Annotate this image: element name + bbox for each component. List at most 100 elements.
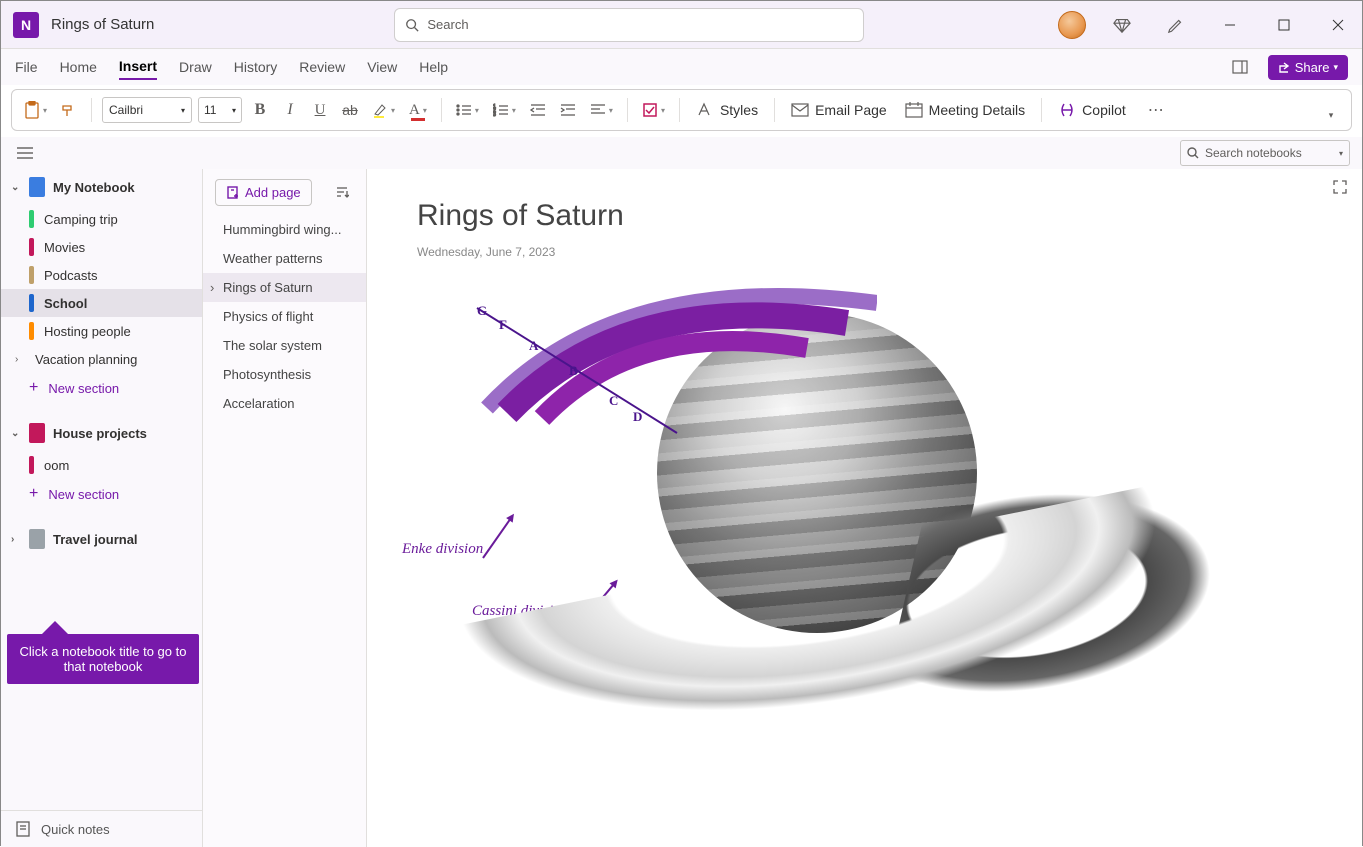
close-button[interactable] (1320, 7, 1356, 43)
chevron-icon: › (11, 534, 21, 545)
tag-button[interactable] (638, 95, 669, 125)
email-page-button[interactable]: Email Page (785, 102, 893, 118)
tooltip-arrow (41, 621, 69, 635)
page-item[interactable]: Rings of Saturn (203, 273, 366, 302)
page-date: Wednesday, June 7, 2023 (417, 245, 1312, 259)
add-page-button[interactable]: Add page (215, 179, 312, 206)
outdent-button[interactable] (526, 95, 550, 125)
menu-draw[interactable]: Draw (179, 55, 212, 79)
section-item[interactable]: ›Vacation planning (1, 345, 202, 373)
pen-icon[interactable] (1158, 7, 1194, 43)
calendar-icon (905, 102, 923, 118)
open-pane-icon[interactable] (1222, 49, 1258, 85)
add-page-label: Add page (245, 185, 301, 200)
section-item[interactable]: Hosting people (1, 317, 202, 345)
minimize-button[interactable] (1212, 7, 1248, 43)
svg-text:3: 3 (493, 112, 496, 117)
styles-icon (696, 101, 714, 119)
align-button[interactable] (586, 95, 617, 125)
copilot-button[interactable]: Copilot (1052, 101, 1132, 119)
menu-insert[interactable]: Insert (119, 54, 157, 80)
hamburger-icon[interactable] (13, 138, 37, 168)
email-icon (791, 103, 809, 117)
font-size-selector[interactable]: 11▾ (198, 97, 242, 123)
menu-help[interactable]: Help (419, 55, 448, 79)
quick-notes-button[interactable]: Quick notes (1, 810, 202, 847)
editor-canvas[interactable]: Rings of Saturn Wednesday, June 7, 2023 … (367, 169, 1362, 847)
note-icon (15, 821, 31, 837)
indent-button[interactable] (556, 95, 580, 125)
ring-label-d: D (633, 409, 642, 425)
ring-label-g: G (477, 303, 487, 319)
secondary-toolbar: Search notebooks ▾ (1, 137, 1362, 169)
highlight-button[interactable] (368, 95, 399, 125)
menu-history[interactable]: History (234, 55, 278, 79)
plus-icon: + (29, 379, 38, 397)
strikethrough-button[interactable]: ab (338, 95, 362, 125)
section-color-tab (29, 238, 34, 256)
sort-pages-button[interactable] (330, 177, 354, 207)
new-section-button[interactable]: +New section (1, 479, 202, 509)
app-icon: N (13, 12, 39, 38)
section-item[interactable]: Camping trip (1, 205, 202, 233)
ring-label-f: F (499, 317, 507, 333)
fullscreen-icon[interactable] (1332, 179, 1348, 198)
underline-button[interactable]: U (308, 95, 332, 125)
notebook-icon (29, 529, 45, 549)
section-color-tab (29, 294, 34, 312)
diamond-icon[interactable] (1104, 7, 1140, 43)
add-page-icon (226, 186, 239, 199)
page-item[interactable]: Accelaration (203, 389, 366, 418)
font-color-button[interactable]: A (405, 95, 431, 125)
page-item[interactable]: Weather patterns (203, 244, 366, 273)
saturn-illustration: G F A B C D Enke division Cassini divisi… (417, 283, 1217, 733)
user-avatar[interactable] (1058, 11, 1086, 39)
page-title[interactable]: Rings of Saturn (417, 199, 1312, 233)
page-item[interactable]: Photosynthesis (203, 360, 366, 389)
notebook-header-2[interactable]: ›Travel journal (1, 521, 202, 557)
titlebar: N Rings of Saturn Search (1, 1, 1362, 49)
numbering-button[interactable]: 123 (489, 95, 520, 125)
font-selector[interactable]: Cailbri▾ (102, 97, 192, 123)
notebook-name: House projects (53, 426, 147, 441)
more-button[interactable]: ⋯ (1144, 95, 1170, 125)
page-item[interactable]: Hummingbird wing... (203, 215, 366, 244)
search-icon (1187, 147, 1199, 159)
section-item[interactable]: Movies (1, 233, 202, 261)
search-notebooks-input[interactable]: Search notebooks ▾ (1180, 140, 1350, 166)
new-section-label: New section (48, 381, 119, 396)
menu-view[interactable]: View (367, 55, 397, 79)
section-color-tab (29, 210, 34, 228)
search-icon (405, 18, 419, 32)
tooltip: Click a notebook title to go to that not… (7, 634, 199, 684)
notebook-header-1[interactable]: ⌄ House projects (1, 415, 202, 451)
section-item[interactable]: School (1, 289, 202, 317)
ribbon-expand-button[interactable]: ▾ (1319, 100, 1343, 130)
ribbon: Cailbri▾ 11▾ B I U ab A 123 Styles Email… (11, 89, 1352, 131)
section-color-tab (29, 456, 34, 474)
styles-button[interactable]: Styles (690, 101, 764, 119)
share-icon (1278, 61, 1291, 74)
menu-home[interactable]: Home (60, 55, 97, 79)
meeting-details-button[interactable]: Meeting Details (899, 102, 1032, 118)
section-color-tab (29, 322, 34, 340)
paste-button[interactable] (20, 95, 51, 125)
menu-review[interactable]: Review (299, 55, 345, 79)
maximize-button[interactable] (1266, 7, 1302, 43)
ring-label-c: C (609, 393, 618, 409)
share-button[interactable]: Share ▾ (1268, 55, 1348, 80)
bold-button[interactable]: B (248, 95, 272, 125)
enke-arrow (482, 516, 512, 558)
new-section-button[interactable]: + New section (1, 373, 202, 403)
section-item[interactable]: Podcasts (1, 261, 202, 289)
search-box[interactable]: Search (394, 8, 864, 42)
page-item[interactable]: The solar system (203, 331, 366, 360)
section-item[interactable]: oom (1, 451, 202, 479)
notebook-header-0[interactable]: ⌄My Notebook (1, 169, 202, 205)
chevron-icon: ⌄ (11, 428, 21, 439)
bullets-button[interactable] (452, 95, 483, 125)
menu-file[interactable]: File (15, 55, 38, 79)
page-item[interactable]: Physics of flight (203, 302, 366, 331)
italic-button[interactable]: I (278, 95, 302, 125)
format-painter-button[interactable] (57, 95, 81, 125)
